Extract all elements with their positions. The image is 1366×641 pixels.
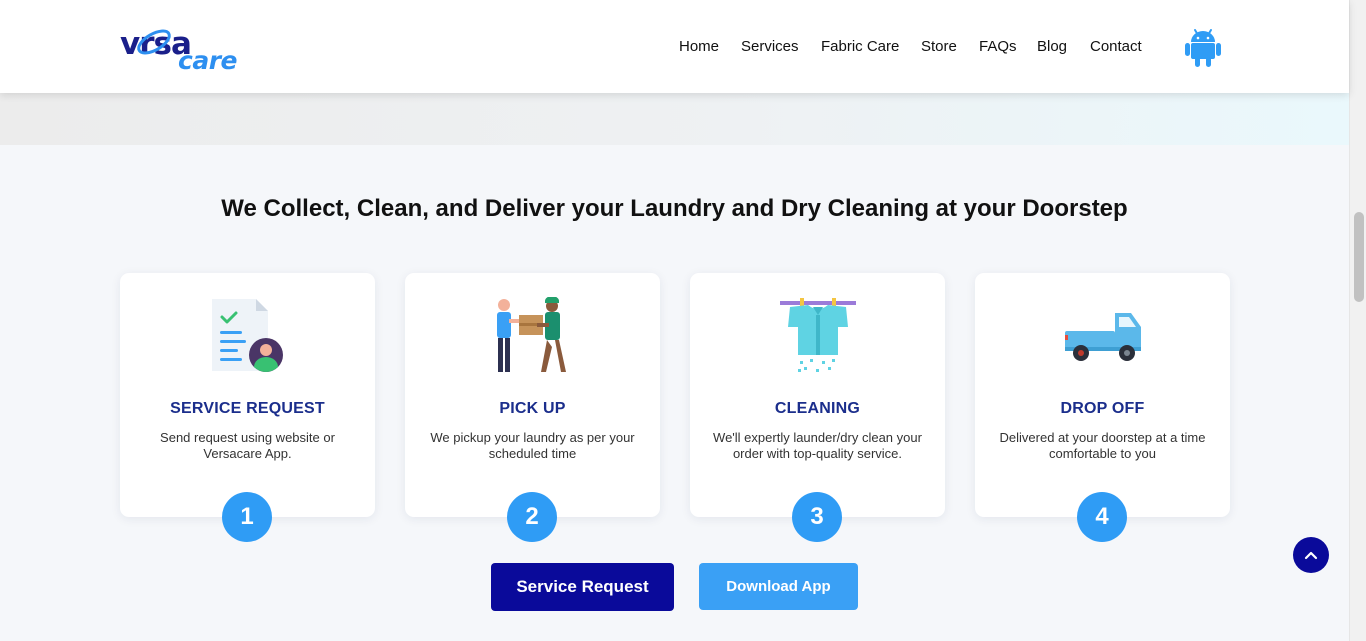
nav-fabric-care[interactable]: Fabric Care bbox=[821, 38, 899, 55]
step-card-cleaning: CLEANING We'll expertly launder/dry clea… bbox=[690, 273, 945, 542]
step-card-drop-off: DROP OFF Delivered at your doorstep at a… bbox=[975, 273, 1230, 542]
logo-text-bottom: care bbox=[178, 46, 237, 75]
step-description: Delivered at your doorstep at a time com… bbox=[999, 430, 1206, 461]
android-icon[interactable] bbox=[1185, 27, 1221, 67]
nav-home[interactable]: Home bbox=[679, 38, 719, 55]
step-description: We'll expertly launder/dry clean your or… bbox=[713, 430, 922, 461]
step-description: We pickup your laundry as per your sched… bbox=[430, 430, 635, 461]
section-headline: We Collect, Clean, and Deliver your Laun… bbox=[221, 195, 1128, 222]
nav-store[interactable]: Store bbox=[921, 38, 957, 55]
step-title: CLEANING bbox=[774, 400, 861, 417]
step-number-badge: 1 bbox=[222, 492, 272, 542]
download-app-button[interactable]: Download App bbox=[699, 563, 858, 610]
logo-orbit-icon bbox=[137, 29, 171, 55]
step-number-badge: 3 bbox=[792, 492, 842, 542]
step-title: DROP OFF bbox=[1060, 400, 1145, 417]
service-request-button[interactable]: Service Request bbox=[491, 563, 674, 611]
step-card-pick-up: PICK UP We pickup your laundry as per yo… bbox=[405, 273, 660, 542]
step-number-badge: 2 bbox=[507, 492, 557, 542]
chevron-up-icon bbox=[1304, 551, 1318, 560]
step-number-badge: 4 bbox=[1077, 492, 1127, 542]
delivery-handover-icon bbox=[495, 296, 571, 373]
hero-bottom-band bbox=[0, 93, 1349, 145]
step-title: SERVICE REQUEST bbox=[170, 400, 325, 417]
back-to-top-button[interactable] bbox=[1293, 537, 1329, 573]
nav-contact[interactable]: Contact bbox=[1090, 38, 1142, 55]
versacare-logo[interactable]: vrsa care bbox=[120, 22, 242, 76]
page-scrollbar[interactable] bbox=[1349, 0, 1366, 641]
nav-blog[interactable]: Blog bbox=[1037, 38, 1067, 55]
document-user-icon bbox=[210, 297, 286, 373]
nav-faqs[interactable]: FAQs bbox=[979, 38, 1017, 55]
pickup-truck-icon bbox=[1065, 297, 1141, 373]
step-description: Send request using website or Versacare … bbox=[160, 430, 335, 461]
step-title: PICK UP bbox=[499, 400, 566, 417]
site-header: vrsa care Home Services Fabric Care Stor… bbox=[0, 0, 1349, 93]
nav-services[interactable]: Services bbox=[741, 38, 799, 55]
step-card-service-request: SERVICE REQUEST Send request using websi… bbox=[120, 273, 375, 542]
scrollbar-thumb[interactable] bbox=[1354, 212, 1364, 302]
washed-shirt-icon bbox=[780, 297, 856, 373]
